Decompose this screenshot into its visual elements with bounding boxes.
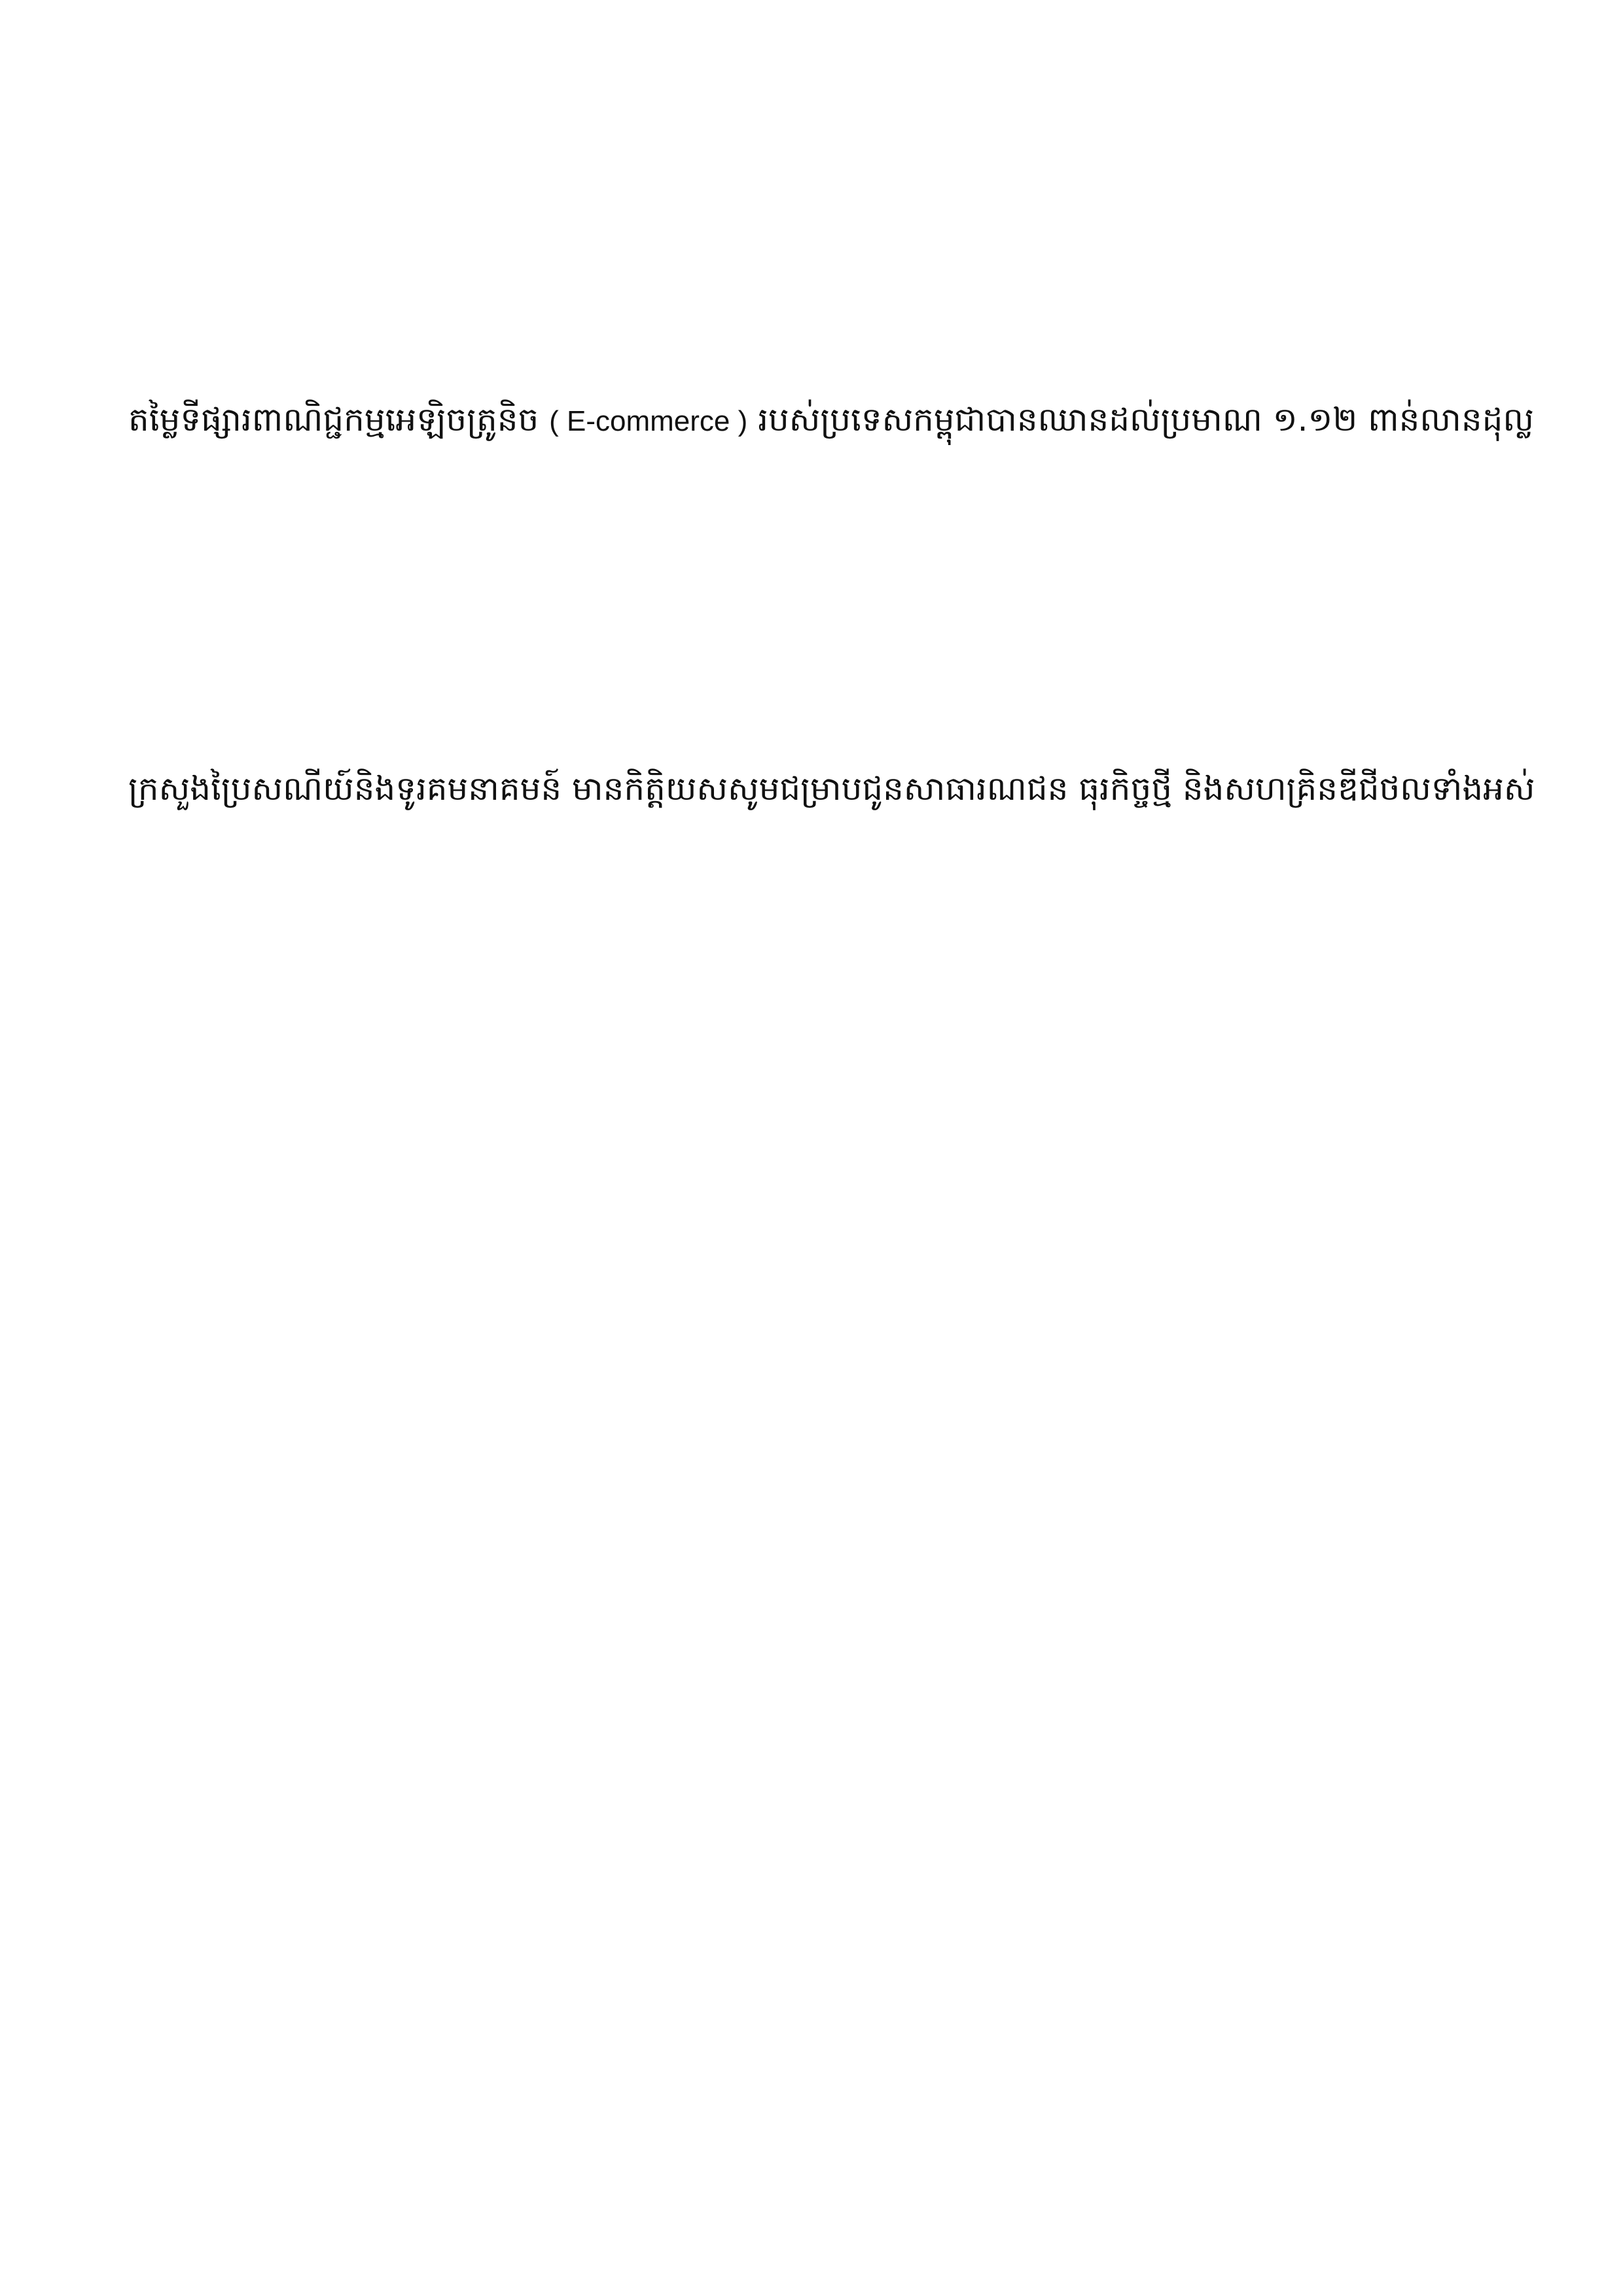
paragraph-text-start: តម្លៃទីផ្សារពាណិជ្ជកម្មអេឡិចត្រូនិច	[128, 401, 550, 439]
paragraph-text-end: របស់ប្រទេសកម្ពុជាបានឈានដល់ប្រមាណ ១.១២ ពា…	[747, 401, 1534, 439]
document-page: តម្លៃទីផ្សារពាណិជ្ជកម្មអេឡិចត្រូនិច ( E-…	[0, 0, 1623, 2296]
paragraph-text: ក្រសួងប្រៃសណីយ៍និងទូរគមនាគមន៍ មានកិត្តិយ…	[128, 770, 1535, 808]
ecommerce-term: ( E-commerce )	[549, 405, 748, 437]
paragraph-ministry-announcement: ក្រសួងប្រៃសណីយ៍និងទូរគមនាគមន៍ មានកិត្តិយ…	[128, 759, 1623, 818]
paragraph-ecommerce-market: តម្លៃទីផ្សារពាណិជ្ជកម្មអេឡិចត្រូនិច ( E-…	[128, 390, 1623, 449]
